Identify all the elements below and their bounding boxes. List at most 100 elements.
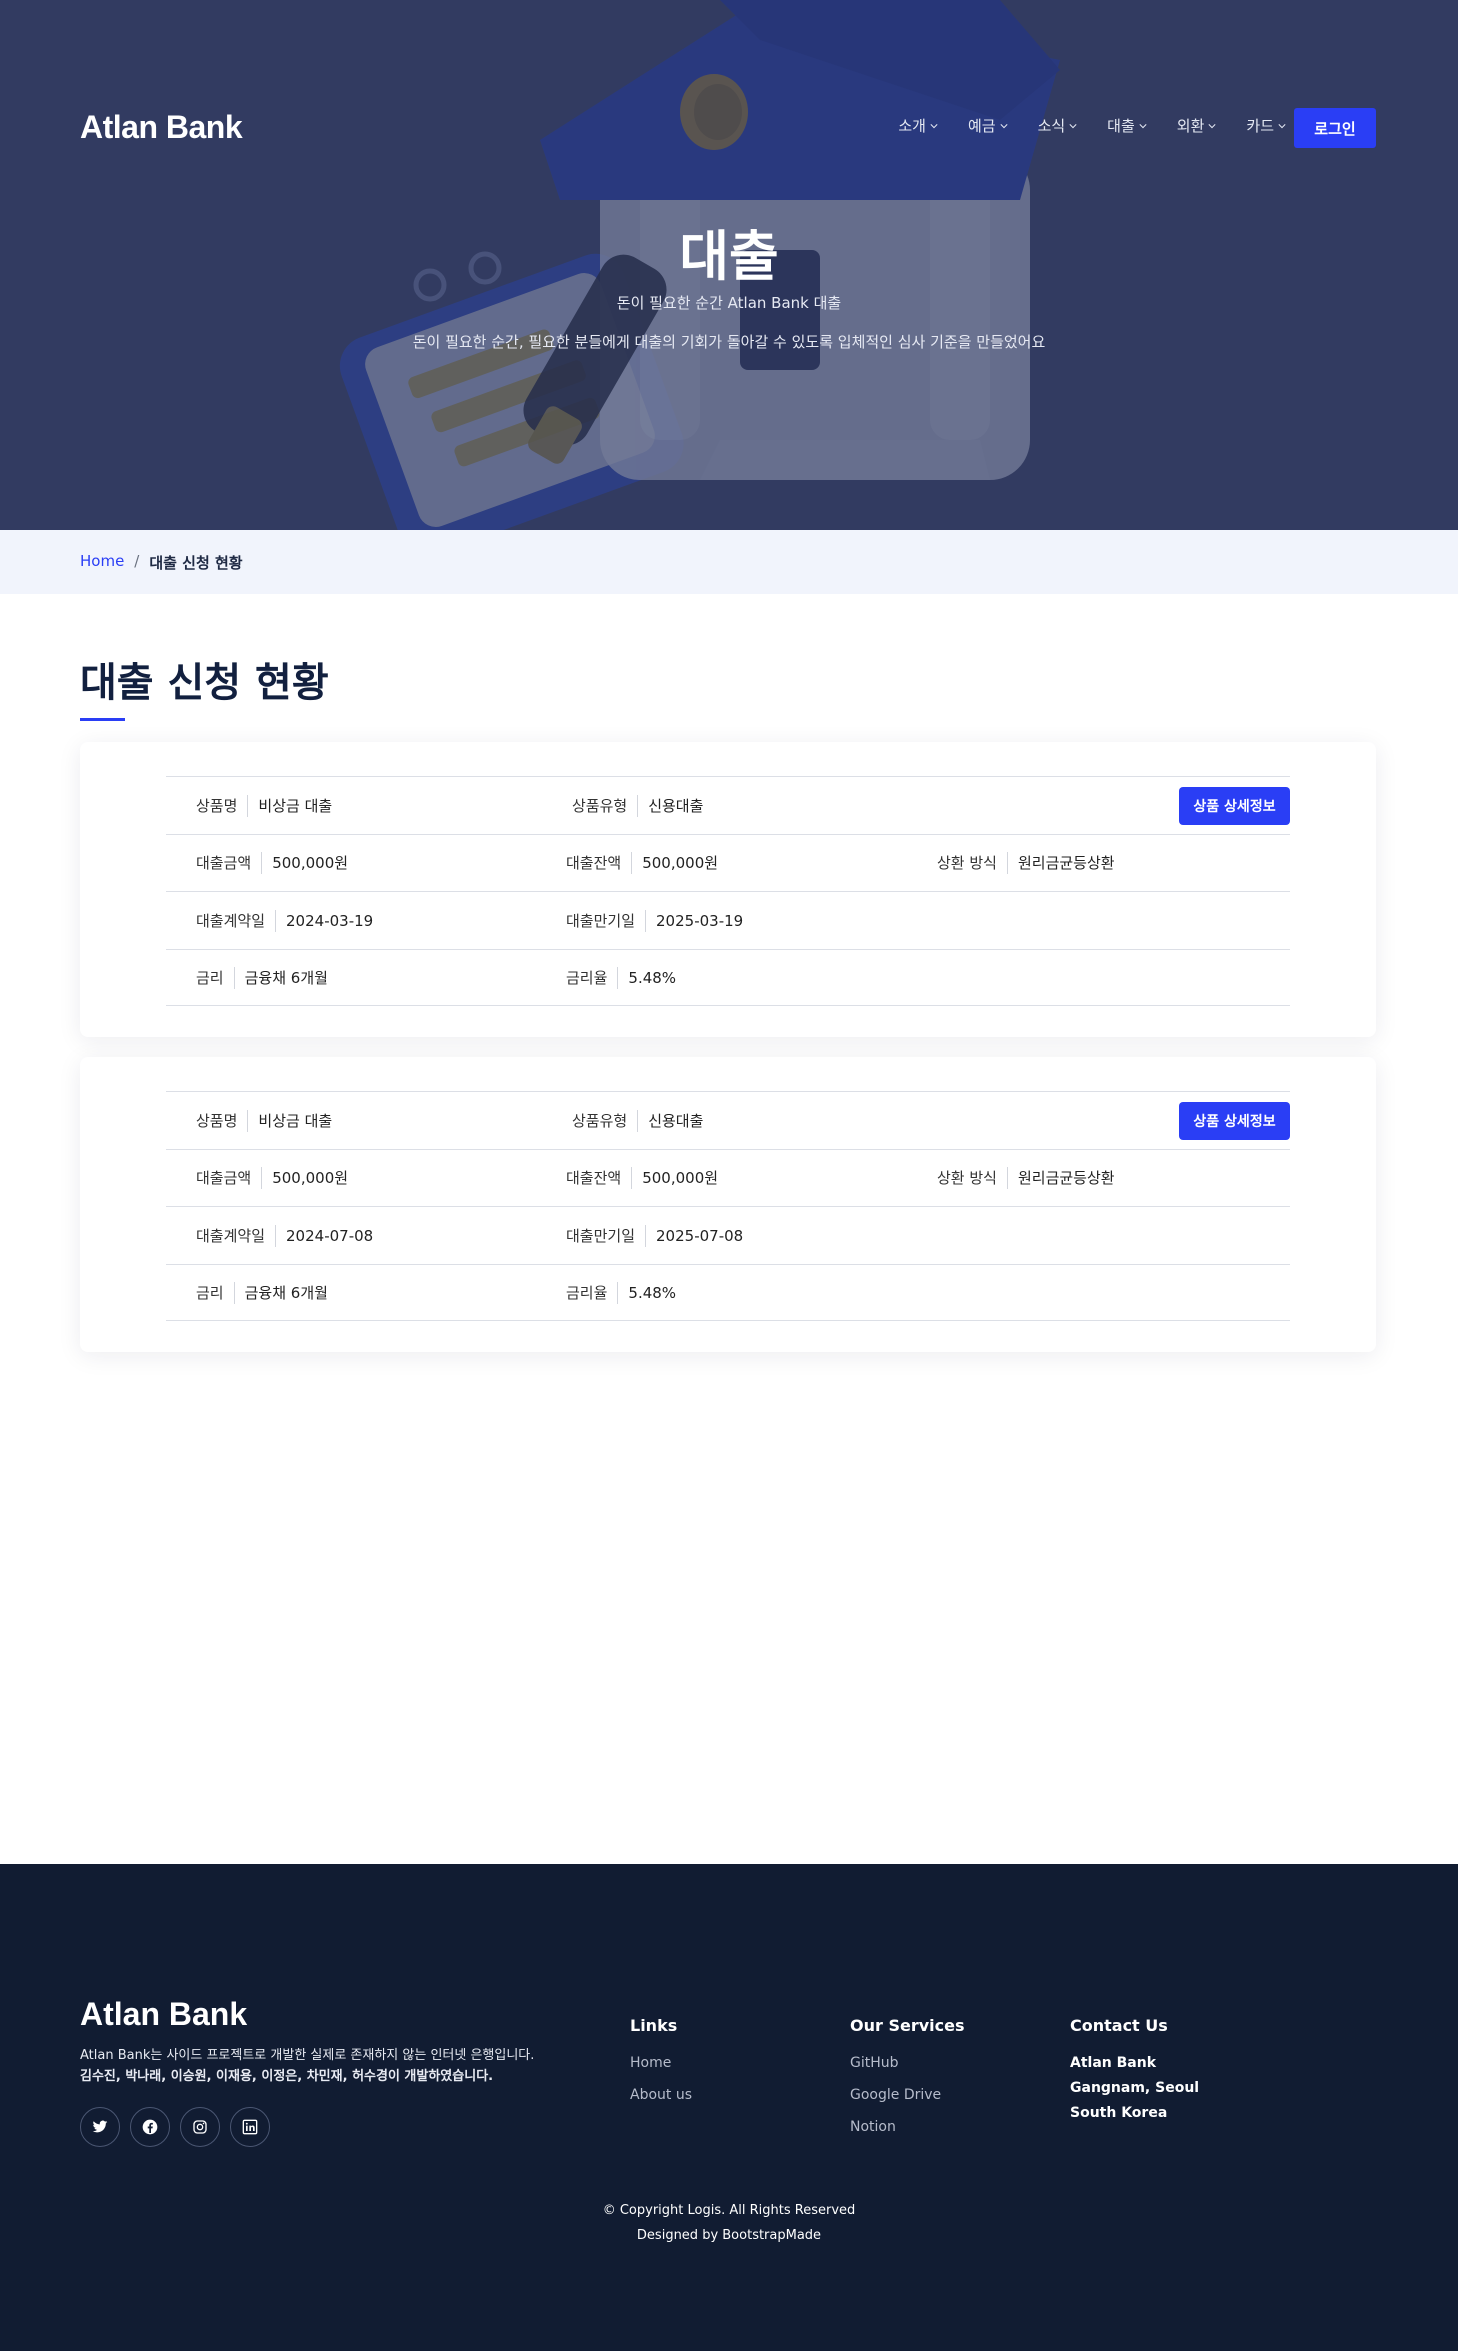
product-detail-button[interactable]: 상품 상세정보 [1179,787,1290,825]
maturity-date-field: 대출만기일 2025-03-19 [566,892,743,949]
nav-item-label: 소개 [898,117,926,135]
product-type-field: 상품유형 신용대출 [572,777,703,834]
field-value: 5.48% [628,1284,677,1302]
rate-base-field: 금리 금융채 6개월 [196,1265,328,1322]
loan-card: 상품명 비상금 대출 상품유형 신용대출 상품 상세정보 대출금액 500,000원 … [80,742,1376,1037]
field-label: 금리율 [566,967,619,989]
field-value: 비상금 대출 [258,1111,333,1130]
field-label: 대출계약일 [196,909,277,932]
field-value: 금융채 6개월 [244,969,328,987]
loan-row-rate: 금리 금융채 6개월 금리율 5.48% [166,1263,1290,1322]
field-label: 대출만기일 [566,1224,647,1247]
footer-link-google-drive[interactable]: Google Drive [850,2087,965,2103]
nav-item-label: 카드 [1246,117,1274,135]
product-name-field: 상품명 비상금 대출 [196,1092,332,1149]
interest-rate-field: 금리율 5.48% [566,1265,676,1322]
loan-row-rate: 금리 금융채 6개월 금리율 5.48% [166,948,1290,1007]
footer-contact-title: Contact Us [1070,2016,1168,2035]
site-footer: Atlan Bank Atlan Bank는 사이드 프로젝트로 개발한 실제로… [0,1864,1458,2351]
breadcrumb-current: 대출 신청 현황 [149,554,243,572]
footer-logo[interactable]: Atlan Bank [80,1996,247,2033]
footer-link-notion[interactable]: Notion [850,2119,965,2135]
chevron-down-icon [930,123,938,128]
repay-method-field: 상환 방식 원리금균등상환 [937,1150,1115,1207]
field-label: 대출잔액 [566,852,633,874]
footer-description: Atlan Bank는 사이드 프로젝트로 개발한 실제로 존재하지 않는 인터… [80,2048,535,2063]
field-value: 신용대출 [648,1111,704,1130]
title-underline [80,718,125,721]
instagram-icon[interactable] [180,2107,220,2147]
field-value: 500,000원 [642,854,719,872]
contract-date-field: 대출계약일 2024-03-19 [196,892,373,949]
field-label: 상환 방식 [937,1167,1008,1189]
main-nav: 소개 예금 소식 대출 외환 카드 [868,115,1286,136]
loan-amount-field: 대출금액 500,000원 [196,1150,348,1207]
interest-rate-field: 금리율 5.48% [566,950,676,1007]
field-value: 2024-03-19 [286,911,374,930]
field-label: 대출만기일 [566,909,647,932]
loan-amount-field: 대출금액 500,000원 [196,835,348,892]
footer-contact-column: Contact Us Atlan Bank Gangnam, Seoul Sou… [1070,2016,1199,2130]
nav-item-news[interactable]: 소식 [1038,115,1078,136]
field-value: 원리금균등상환 [1017,1169,1115,1187]
designed-by-text: Designed by BootstrapMade [636,2228,822,2243]
product-detail-button[interactable]: 상품 상세정보 [1179,1102,1290,1140]
chevron-down-icon [1278,123,1286,128]
site-logo[interactable]: Atlan Bank [80,109,243,146]
hero-description: 돈이 필요한 순간, 필요한 분들에게 대출의 기회가 돌아갈 수 있도록 입체… [412,333,1046,351]
contract-date-field: 대출계약일 2024-07-08 [196,1207,373,1264]
loan-row-product: 상품명 비상금 대출 상품유형 신용대출 상품 상세정보 [166,1091,1290,1149]
loan-balance-field: 대출잔액 500,000원 [566,1150,718,1207]
linkedin-icon[interactable] [230,2107,270,2147]
field-value: 2025-07-08 [656,1226,744,1245]
field-label: 상품유형 [572,1109,639,1132]
contact-line: Atlan Bank [1070,2055,1157,2071]
field-value: 500,000원 [642,1169,719,1187]
field-value: 신용대출 [648,796,704,815]
field-label: 상품명 [196,794,249,817]
breadcrumb: Home / 대출 신청 현황 [0,530,1458,594]
chevron-down-icon [1208,123,1216,128]
chevron-down-icon [1139,123,1147,128]
nav-item-intro[interactable]: 소개 [898,115,938,136]
hero-title: 대출 [679,225,779,288]
breadcrumb-separator: / [134,552,140,570]
facebook-icon[interactable] [130,2107,170,2147]
field-value: 2024-07-08 [286,1226,374,1245]
footer-link-home[interactable]: Home [630,2055,692,2071]
field-label: 상품유형 [572,794,639,817]
field-label: 금리 [196,1282,235,1304]
nav-item-loan[interactable]: 대출 [1107,115,1147,136]
login-button[interactable]: 로그인 [1294,108,1376,148]
maturity-date-field: 대출만기일 2025-07-08 [566,1207,743,1264]
nav-item-deposit[interactable]: 예금 [968,115,1008,136]
loan-balance-field: 대출잔액 500,000원 [566,835,718,892]
field-value: 금융채 6개월 [244,1284,328,1302]
breadcrumb-home-link[interactable]: Home [80,552,124,573]
field-label: 상품명 [196,1109,249,1132]
nav-item-label: 대출 [1107,117,1135,135]
chevron-down-icon [1069,123,1077,128]
field-value: 500,000원 [272,854,349,872]
field-label: 금리 [196,967,235,989]
contact-line: South Korea [1070,2105,1168,2121]
site-header: Atlan Bank 소개 예금 소식 대출 외환 카드 로그인 [80,95,1376,159]
loan-row-dates: 대출계약일 2024-07-08 대출만기일 2025-07-08 [166,1206,1290,1264]
footer-link-about[interactable]: About us [630,2087,692,2103]
footer-links-title: Links [630,2016,678,2035]
field-value: 비상금 대출 [258,796,333,815]
field-label: 상환 방식 [937,852,1008,874]
field-value: 2025-03-19 [656,911,744,930]
footer-links-column: Links Home About us [630,2016,692,2119]
twitter-icon[interactable] [80,2107,120,2147]
nav-item-card[interactable]: 카드 [1246,115,1286,136]
loan-row-product: 상품명 비상금 대출 상품유형 신용대출 상품 상세정보 [166,776,1290,834]
field-label: 대출계약일 [196,1224,277,1247]
nav-item-exchange[interactable]: 외환 [1177,115,1217,136]
loan-card: 상품명 비상금 대출 상품유형 신용대출 상품 상세정보 대출금액 500,000원 … [80,1057,1376,1352]
field-label: 대출잔액 [566,1167,633,1189]
product-name-field: 상품명 비상금 대출 [196,777,332,834]
footer-link-github[interactable]: GitHub [850,2055,965,2071]
chevron-down-icon [999,123,1008,128]
footer-developers: 김수진, 박나래, 이승원, 이재용, 이정은, 차민재, 허수경이 개발하였습… [80,2069,494,2084]
